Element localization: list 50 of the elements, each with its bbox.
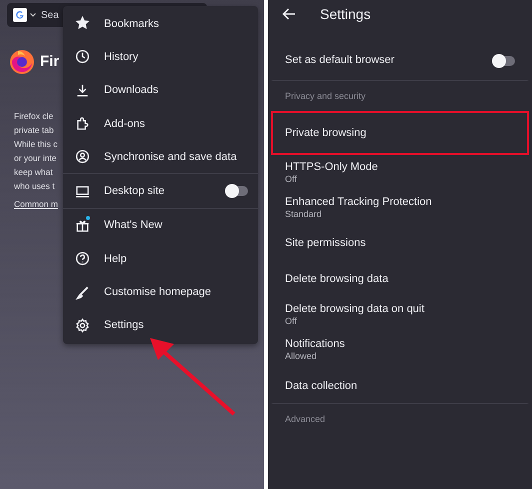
preference-row[interactable]: HTTPS-Only Mode Off: [271, 155, 529, 190]
setting-value: Allowed: [285, 351, 318, 362]
intro-text-line: private tab: [14, 124, 55, 137]
toggle-switch[interactable]: [226, 186, 248, 196]
brand-title: Fir: [40, 52, 60, 70]
preference-row[interactable]: Delete browsing data: [271, 262, 529, 297]
menu-item[interactable]: Add-ons: [63, 106, 258, 140]
search-placeholder: Sea: [41, 10, 59, 20]
section-heading: Privacy and security: [285, 91, 366, 101]
firefox-logo-icon: [8, 47, 36, 75]
setting-value: Off: [285, 174, 298, 185]
menu-item[interactable]: History: [63, 40, 258, 74]
menu-item[interactable]: Settings: [63, 308, 258, 342]
menu-icon: [75, 49, 90, 64]
menu-item[interactable]: Help: [63, 242, 258, 276]
preference-row[interactable]: Private browsing: [271, 111, 529, 155]
back-arrow-icon[interactable]: [282, 8, 296, 20]
setting-value: Off: [285, 316, 298, 327]
page-title: Settings: [320, 6, 371, 22]
menu-icon: [75, 82, 90, 98]
menu-icon: [75, 284, 90, 300]
toggle-switch[interactable]: [493, 56, 515, 66]
preference-row[interactable]: Site permissions: [271, 226, 529, 262]
menu-icon: [75, 116, 90, 132]
menu-item[interactable]: What's New: [63, 208, 258, 242]
google-icon: [13, 8, 27, 22]
preference-row[interactable]: Delete browsing data on quit Off: [271, 297, 529, 332]
setting-value: Standard: [285, 209, 323, 220]
menu-item[interactable]: Downloads: [63, 74, 258, 107]
preference-row[interactable]: Enhanced Tracking Protection Standard: [271, 190, 529, 226]
menu-item[interactable]: Customise homepage: [63, 275, 258, 309]
menu-icon: [75, 149, 90, 164]
preference-row[interactable]: Notifications Allowed: [271, 332, 529, 368]
menu-icon: [75, 16, 90, 32]
intro-text-line: who uses t: [14, 180, 56, 193]
learn-more-link[interactable]: Common m: [14, 197, 63, 211]
menu-icon: [75, 318, 90, 333]
menu-item[interactable]: Bookmarks: [63, 7, 258, 40]
intro-text-line: Firefox cle: [14, 110, 54, 123]
section-heading: Advanced: [285, 414, 326, 424]
caret-icon: [30, 13, 36, 17]
intro-text-line: or your inte: [14, 152, 58, 165]
intro-text-line: keep what: [14, 166, 54, 179]
preference-row[interactable]: Set as default browser: [271, 39, 529, 81]
menu-icon: [75, 251, 90, 266]
menu-icon: [75, 184, 90, 199]
menu-item[interactable]: Synchronise and save data: [63, 140, 258, 174]
menu-item[interactable]: Desktop site: [63, 174, 258, 208]
intro-text-line: While this c: [14, 138, 58, 151]
preference-row[interactable]: Data collection: [271, 368, 529, 404]
